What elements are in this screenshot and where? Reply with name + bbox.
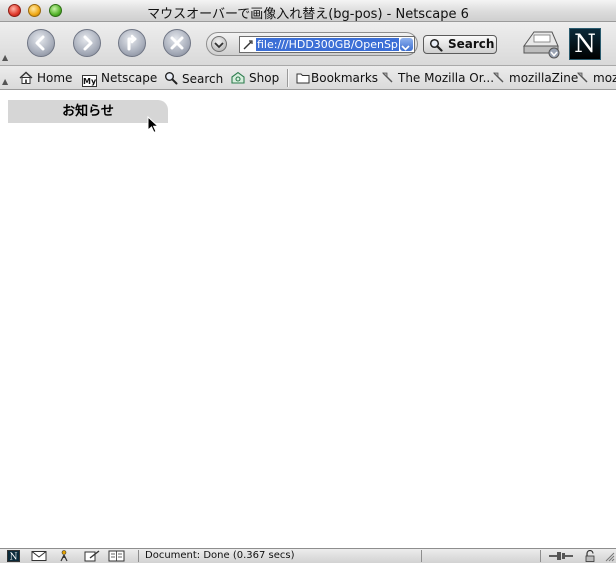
back-arrow-icon — [35, 35, 45, 51]
personal-toolbar: ▲ Home MyNetscape Search Shop Bookmarks — [0, 66, 616, 90]
my-netscape-icon: My — [82, 75, 97, 87]
reload-button[interactable] — [118, 29, 146, 57]
search-button-label: Search — [448, 37, 495, 51]
status-separator — [138, 550, 139, 562]
personal-item-shop[interactable]: Shop — [231, 71, 279, 85]
status-separator — [421, 550, 422, 562]
stop-button[interactable] — [163, 29, 191, 57]
chevron-down-icon — [401, 45, 410, 51]
bookmark-icon — [493, 72, 504, 83]
personal-item-netscape[interactable]: My Netscape — [82, 71, 157, 87]
instant-messenger-icon[interactable] — [58, 550, 70, 562]
forward-button[interactable] — [73, 29, 101, 57]
chevron-down-icon — [214, 42, 224, 49]
bookmark-icon — [382, 72, 393, 83]
stop-icon — [170, 36, 184, 50]
composer-icon[interactable] — [84, 550, 101, 562]
navigation-toolbar: ▲ file:///HDD300GB/OpenSp Search N — [0, 22, 616, 66]
forward-arrow-icon — [83, 35, 93, 51]
notice-tab-button[interactable]: お知らせ — [8, 100, 168, 123]
reload-icon — [127, 34, 137, 51]
status-text: Document: Done (0.367 secs) — [145, 550, 295, 561]
back-button[interactable] — [27, 29, 55, 57]
search-icon — [165, 72, 178, 85]
address-book-icon[interactable] — [108, 550, 125, 562]
shop-icon — [231, 71, 245, 84]
personal-item-search[interactable]: Search — [164, 71, 223, 86]
navigator-icon[interactable]: N — [7, 550, 20, 562]
personal-item-mozillazine[interactable]: mozillaZine — [492, 71, 578, 85]
url-dropdown-button[interactable] — [400, 38, 413, 51]
toolbar-separator — [287, 69, 289, 87]
online-offline-icon[interactable] — [548, 550, 574, 562]
svg-text:N: N — [10, 553, 18, 563]
title-bar: マウスオーバーで画像入れ替え(bg-pos) - Netscape 6 — [0, 0, 616, 22]
url-bar: file:///HDD300GB/OpenSp — [206, 32, 418, 56]
magnifier-icon — [429, 38, 443, 52]
toolbar-grip-icon[interactable]: ▲ — [2, 54, 10, 62]
personal-item-mozilla-org[interactable]: The Mozilla Or... — [381, 71, 494, 85]
status-bar: N Document: Done (0.367 secs) — [0, 548, 616, 563]
mouse-pointer-icon — [147, 116, 159, 134]
history-dropdown-button[interactable] — [211, 36, 227, 52]
url-input[interactable]: file:///HDD300GB/OpenSp — [239, 36, 415, 53]
personal-item-moz[interactable]: moz — [576, 71, 616, 85]
resize-grip-icon[interactable] — [603, 550, 615, 562]
page-content: お知らせ — [0, 90, 616, 548]
security-lock-icon[interactable] — [584, 550, 596, 562]
personal-item-home[interactable]: Home — [19, 71, 72, 85]
status-separator — [540, 550, 541, 562]
mail-icon[interactable] — [31, 550, 47, 562]
search-button[interactable]: Search — [423, 35, 497, 54]
netscape-logo[interactable]: N — [569, 28, 601, 60]
print-icon[interactable] — [518, 26, 564, 60]
personal-item-bookmarks[interactable]: Bookmarks — [296, 71, 378, 85]
toolbar-grip-icon[interactable]: ▲ — [2, 78, 10, 86]
folder-icon — [296, 73, 310, 84]
page-proxy-icon[interactable] — [242, 39, 254, 51]
window-title: マウスオーバーで画像入れ替え(bg-pos) - Netscape 6 — [147, 7, 469, 22]
home-icon — [19, 71, 33, 84]
url-text: file:///HDD300GB/OpenSp — [256, 38, 399, 51]
bookmark-icon — [577, 72, 588, 83]
